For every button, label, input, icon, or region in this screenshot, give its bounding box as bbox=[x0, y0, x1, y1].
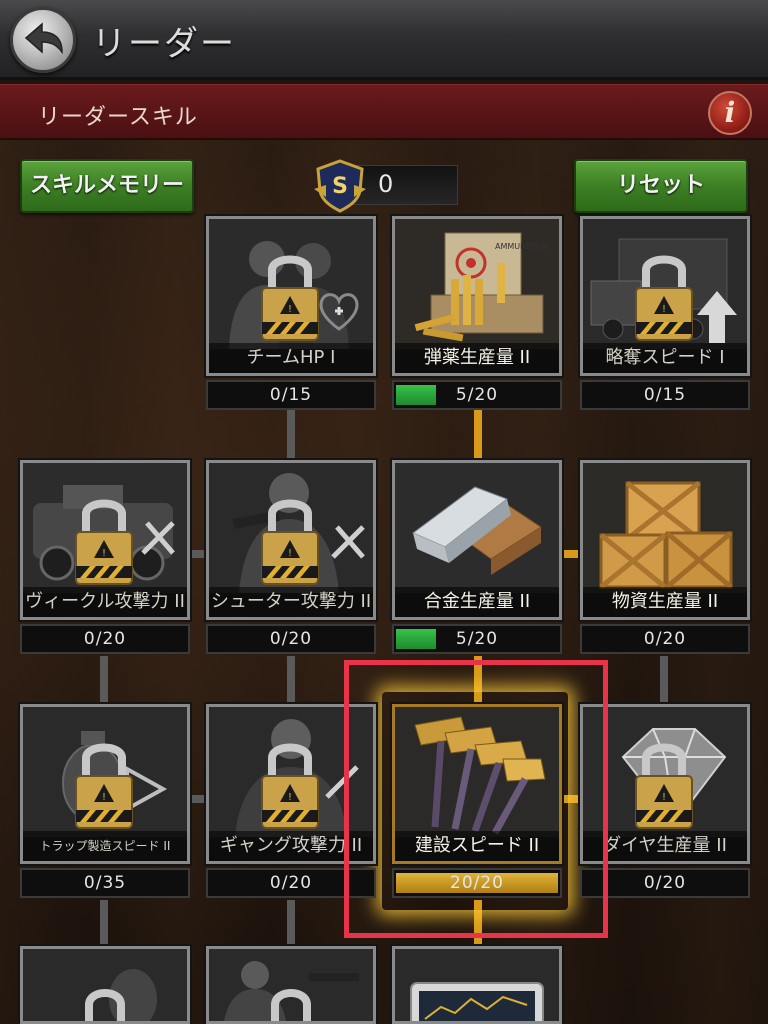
svg-text:!: ! bbox=[102, 792, 106, 803]
skill-progress-text: 0/20 bbox=[643, 873, 687, 893]
skill-progress: 0/20 bbox=[20, 624, 190, 654]
skill-card[interactable]: チームHP I ! 0/15 bbox=[206, 216, 376, 412]
skill-name: 略奪スピード I bbox=[583, 343, 747, 373]
skill-progress: 5/20 bbox=[392, 380, 562, 410]
svg-text:!: ! bbox=[662, 792, 666, 803]
svg-text:AMMUNITION: AMMUNITION bbox=[495, 242, 548, 251]
skill-card[interactable]: 物資生産量 II 0/20 bbox=[580, 460, 750, 656]
skill-progress-text: 20/20 bbox=[450, 873, 504, 893]
top-bar: リーダー bbox=[0, 0, 768, 80]
locked-skill-icon bbox=[209, 949, 373, 1021]
skill-card-frame bbox=[20, 946, 190, 1024]
section-title: リーダースキル bbox=[38, 105, 198, 130]
reset-button[interactable]: リセット bbox=[574, 159, 748, 213]
lock-icon: ! bbox=[75, 499, 133, 585]
skill-progress-text: 0/20 bbox=[83, 629, 127, 649]
skill-point-badge-icon: S bbox=[314, 159, 366, 213]
hammer-icon bbox=[395, 707, 559, 837]
lock-icon: ! bbox=[635, 255, 693, 341]
skill-card-frame: AMMUNITION 弾薬生産量 II bbox=[392, 216, 562, 376]
svg-text:!: ! bbox=[288, 792, 292, 803]
skill-card[interactable]: ヴィークル攻撃力 II ! 0/20 bbox=[20, 460, 190, 656]
skill-progress: 0/35 bbox=[20, 868, 190, 898]
skill-card[interactable]: 合金生産量 II 5/20 bbox=[392, 460, 562, 656]
lock-icon: ! bbox=[261, 255, 319, 341]
skill-progress: 20/20 bbox=[392, 868, 562, 898]
skill-name: ヴィークル攻撃力 II bbox=[23, 587, 187, 617]
skill-name: チームHP I bbox=[209, 343, 373, 373]
skill-memory-button[interactable]: スキルメモリー bbox=[20, 159, 194, 213]
skill-card[interactable]: ダイヤ生産量 II ! 0/20 bbox=[580, 704, 750, 900]
supply-crate-icon bbox=[583, 463, 747, 593]
skill-name: 合金生産量 II bbox=[395, 587, 559, 617]
skill-progress: 5/20 bbox=[392, 624, 562, 654]
skill-card-frame bbox=[392, 946, 562, 1024]
skill-name: シューター攻撃力 II bbox=[209, 587, 373, 617]
skill-card-frame: 合金生産量 II bbox=[392, 460, 562, 620]
skill-card[interactable]: トラップ製造スピード II ! 0/35 bbox=[20, 704, 190, 900]
connector bbox=[188, 795, 206, 803]
connector bbox=[188, 550, 206, 558]
lock-icon: ! bbox=[635, 743, 693, 829]
ammo-icon: AMMUNITION bbox=[395, 219, 559, 349]
skill-card[interactable]: 略奪スピード I ! 0/15 bbox=[580, 216, 750, 412]
skill-card[interactable]: シューター攻撃力 II ! 0/20 bbox=[206, 460, 376, 656]
skill-progress-text: 5/20 bbox=[455, 385, 499, 405]
alloy-ingot-icon bbox=[395, 463, 559, 593]
skill-card-frame: 建設スピード II bbox=[392, 704, 562, 864]
svg-text:!: ! bbox=[662, 304, 666, 315]
skill-card-active[interactable]: 建設スピード II 20/20 bbox=[392, 704, 562, 900]
skill-progress: 0/20 bbox=[206, 868, 376, 898]
skill-card-partial[interactable] bbox=[206, 946, 376, 1024]
connector bbox=[100, 900, 108, 946]
skill-card-frame: 物資生産量 II bbox=[580, 460, 750, 620]
skill-progress-text: 0/15 bbox=[269, 385, 313, 405]
back-button[interactable] bbox=[10, 7, 76, 73]
section-bar: リーダースキル bbox=[0, 84, 768, 140]
back-arrow-icon bbox=[24, 22, 63, 55]
locked-skill-icon bbox=[23, 949, 187, 1021]
lock-icon: ! bbox=[75, 743, 133, 829]
skill-progress: 0/15 bbox=[580, 380, 750, 410]
tablet-icon bbox=[395, 949, 559, 1021]
skill-progress-text: 0/20 bbox=[643, 629, 687, 649]
connector bbox=[287, 656, 295, 702]
skill-card-partial[interactable] bbox=[20, 946, 190, 1024]
skill-card-partial[interactable] bbox=[392, 946, 562, 1024]
skill-progress-text: 0/20 bbox=[269, 873, 313, 893]
connector bbox=[287, 900, 295, 946]
skill-progress-text: 0/35 bbox=[83, 873, 127, 893]
lock-icon: ! bbox=[261, 743, 319, 829]
connector-active bbox=[562, 550, 580, 558]
skill-name: トラップ製造スピード II bbox=[23, 831, 187, 861]
page-title: リーダー bbox=[92, 24, 236, 64]
skill-name: ダイヤ生産量 II bbox=[583, 831, 747, 861]
svg-text:!: ! bbox=[288, 304, 292, 315]
skill-card-frame bbox=[206, 946, 376, 1024]
lock-icon: ! bbox=[261, 499, 319, 585]
info-button[interactable]: i bbox=[708, 91, 752, 135]
skill-progress: 0/20 bbox=[206, 624, 376, 654]
svg-text:!: ! bbox=[288, 548, 292, 559]
connector bbox=[100, 656, 108, 702]
connector bbox=[287, 410, 295, 458]
skill-name: ギャング攻撃力 II bbox=[209, 831, 373, 861]
svg-text:!: ! bbox=[102, 548, 106, 559]
skill-progress-text: 0/15 bbox=[643, 385, 687, 405]
connector-active bbox=[474, 410, 482, 458]
skill-name: 弾薬生産量 II bbox=[395, 343, 559, 373]
skill-progress: 0/20 bbox=[580, 868, 750, 898]
skill-points-value: 0 bbox=[378, 170, 394, 198]
connector bbox=[660, 656, 668, 702]
skill-card[interactable]: AMMUNITION 弾薬生産量 II 5/20 bbox=[392, 216, 562, 412]
skill-card[interactable]: ギャング攻撃力 II ! 0/20 bbox=[206, 704, 376, 900]
skill-name: 物資生産量 II bbox=[583, 587, 747, 617]
skill-name: 建設スピード II bbox=[395, 831, 559, 861]
skill-progress-text: 0/20 bbox=[269, 629, 313, 649]
skill-progress: 0/20 bbox=[580, 624, 750, 654]
skill-progress: 0/15 bbox=[206, 380, 376, 410]
badge-letter: S bbox=[332, 174, 348, 199]
skill-progress-text: 5/20 bbox=[455, 629, 499, 649]
